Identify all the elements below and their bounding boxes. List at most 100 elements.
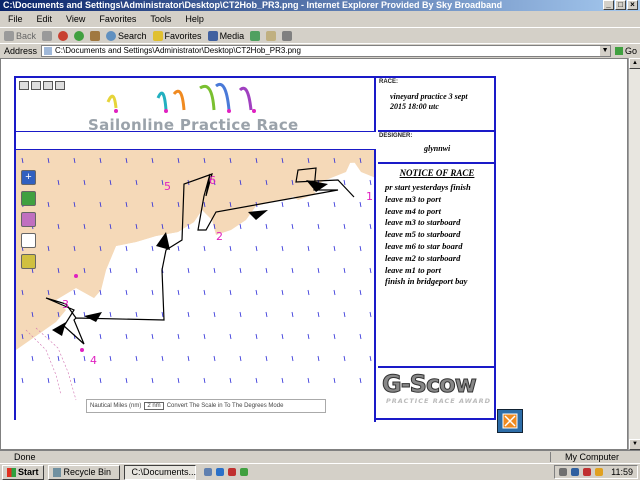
wind-arrow (239, 267, 242, 274)
race-map[interactable]: 1 2 3 4 5 6 + Nautical Miles (nm) 2 nm C… (16, 150, 376, 422)
zoom-in-button[interactable]: + (21, 170, 36, 185)
menu-edit[interactable]: Edit (37, 14, 53, 24)
media-player-icon[interactable] (227, 468, 236, 476)
stop-button[interactable] (58, 30, 69, 41)
home-button[interactable] (90, 30, 101, 41)
notice-item: leave m3 to starboard (385, 217, 461, 228)
wind-arrow (203, 377, 206, 384)
wind-arrow (187, 311, 190, 318)
mark-buoy (80, 348, 84, 352)
recycle-bin-icon (52, 467, 61, 477)
ne-land (346, 150, 374, 178)
wind-arrow (109, 311, 112, 318)
mail-button[interactable] (266, 30, 277, 41)
show-desktop-icon[interactable] (203, 468, 212, 476)
menu-tools[interactable]: Tools (150, 14, 171, 24)
ie-launch-icon[interactable] (215, 468, 224, 476)
info-button[interactable] (21, 212, 36, 227)
print-button[interactable] (282, 30, 293, 41)
antivirus-icon[interactable] (583, 468, 592, 476)
notice-item: pr start yesterdays finish (385, 182, 471, 192)
wind-arrow (125, 245, 128, 252)
task-recycle-bin[interactable]: Recycle Bin (47, 464, 120, 480)
wind-arrow (317, 311, 320, 318)
search-button[interactable]: Search (106, 30, 147, 41)
wind-arrow (265, 223, 268, 230)
wind-arrow (291, 223, 294, 230)
task-ie-window[interactable]: C:\Documents... (123, 464, 196, 480)
race-title: Sailonline Practice Race (88, 116, 299, 134)
wind-arrow (125, 377, 128, 384)
wind-arrow (359, 201, 362, 208)
menu-view[interactable]: View (66, 14, 85, 24)
scroll-up-button[interactable]: ▲ (629, 58, 640, 69)
wind-arrow (265, 355, 268, 362)
go-button[interactable]: Go (615, 46, 637, 56)
wind-arrow (125, 333, 128, 340)
wind-arrow (99, 333, 102, 340)
wind-arrow (239, 223, 242, 230)
scale-select[interactable]: 2 nm (144, 402, 164, 410)
refresh-icon (74, 30, 85, 41)
wind-arrow (369, 223, 372, 230)
image-expand-button[interactable] (497, 409, 523, 433)
race-chart-frame: Sailonline Practice Race 1 2 3 4 5 6 + N… (14, 76, 496, 422)
back-button[interactable]: Back (4, 30, 36, 41)
address-input[interactable]: C:\Documents and Settings\Administrator\… (41, 44, 612, 57)
course-arrow (52, 322, 66, 336)
favorites-button[interactable]: Favorites (152, 30, 202, 41)
status-bar: Done My Computer (0, 450, 640, 463)
update-icon[interactable] (595, 468, 604, 476)
zoom-out-button[interactable] (21, 191, 36, 206)
menu-help[interactable]: Help (185, 14, 204, 24)
wind-arrow (359, 245, 362, 252)
maximize-button[interactable]: □ (615, 0, 626, 10)
wind-arrow (307, 377, 310, 384)
wind-arrow (307, 201, 310, 208)
wind-arrow (177, 289, 180, 296)
scroll-down-button[interactable]: ▼ (629, 439, 640, 450)
mark-3-label: 3 (62, 298, 69, 311)
refresh-button[interactable] (74, 30, 85, 41)
wind-arrow (73, 289, 76, 296)
wind-arrow (151, 333, 154, 340)
network-icon[interactable] (571, 468, 580, 476)
wind-arrow (307, 333, 310, 340)
wind-arrow (47, 377, 50, 384)
wind-arrow (333, 201, 336, 208)
vertical-scrollbar[interactable]: ▲ ▼ (628, 58, 640, 450)
forward-button[interactable] (42, 30, 53, 41)
volume-icon[interactable] (559, 468, 568, 476)
weather-button[interactable] (21, 254, 36, 269)
history-button[interactable] (250, 30, 261, 41)
media-button[interactable]: Media (207, 30, 244, 41)
wind-arrow (177, 333, 180, 340)
system-tray: 11:59 (554, 465, 638, 479)
race-time: 2015 18:00 utc (390, 102, 439, 111)
award-logo-title: G-Scow (382, 370, 478, 398)
wind-arrow (229, 245, 232, 252)
wind-arrow (229, 377, 232, 384)
award-logo: G-Scow PRACTICE RACE AWARD (380, 371, 494, 415)
forward-arrow-icon (42, 30, 53, 41)
address-dropdown-button[interactable]: ▼ (600, 45, 611, 56)
start-button[interactable]: Start (2, 464, 44, 480)
wind-arrow (343, 311, 346, 318)
expand-icon (502, 413, 518, 429)
menu-file[interactable]: File (8, 14, 23, 24)
minimize-button[interactable]: _ (603, 0, 614, 10)
layers-button[interactable] (21, 233, 36, 248)
wind-arrow (57, 355, 60, 362)
notice-item: leave m5 to starboard (385, 229, 461, 240)
menu-favorites[interactable]: Favorites (99, 14, 136, 24)
go-arrow-icon (615, 46, 624, 55)
wind-arrow (333, 289, 336, 296)
notice-item: leave m2 to starboard (385, 252, 461, 263)
close-button[interactable]: × (627, 0, 638, 10)
course-arrow (84, 312, 102, 322)
app-launch-icon[interactable] (239, 468, 248, 476)
wind-arrow (203, 333, 206, 340)
wind-arrow (177, 377, 180, 384)
wind-arrow (109, 267, 112, 274)
wind-arrow (187, 267, 190, 274)
